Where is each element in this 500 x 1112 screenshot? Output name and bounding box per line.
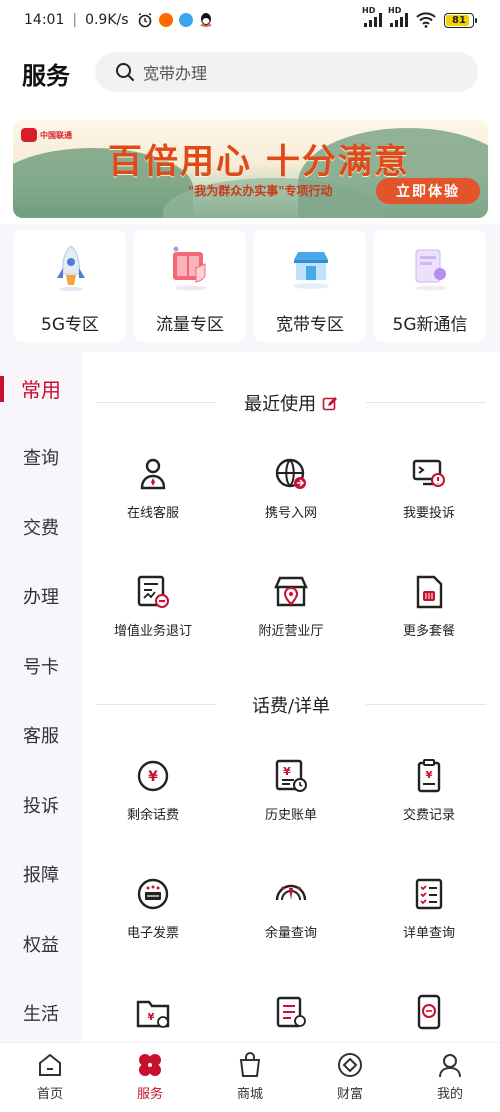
data-card-icon (173, 246, 207, 291)
tab-service[interactable]: 服务 (100, 1051, 200, 1102)
service-online-support[interactable]: 在线客服 (84, 456, 222, 521)
battery-icon: 81 (444, 12, 477, 28)
service-e-invoice[interactable]: 电子发票 (84, 876, 222, 941)
wifi-icon (416, 12, 436, 28)
shopping-bag-icon (239, 1052, 261, 1077)
service-more-plans[interactable]: 更多套餐 (360, 574, 498, 639)
new-message-icon (415, 249, 447, 291)
zone-label: 流量专区 (156, 315, 224, 335)
zone-label: 5G专区 (41, 315, 99, 335)
zone-label: 宽带专区 (276, 315, 344, 335)
section-title-billing: 话费/详单 (82, 692, 500, 718)
payment-record-icon: ¥ (417, 759, 441, 793)
unicom-knot-icon (21, 128, 37, 142)
header: 服务 宽带办理 (0, 44, 500, 104)
sidebar-item-handle[interactable]: 办理 (0, 583, 82, 609)
sidebar-item-common[interactable]: 常用 (0, 374, 82, 403)
zone-5g[interactable]: 5G专区 (14, 230, 126, 342)
folder-bill-icon: ¥ (136, 1000, 170, 1028)
service-complaint[interactable]: 我要投诉 (360, 456, 498, 521)
service-content: 最近使用 在线客服 携号入网 我要投诉 增值业务退订 附近营业厅 更多套餐 话费… (82, 352, 500, 1042)
e-invoice-icon (137, 878, 169, 910)
zone-5g-messaging[interactable]: 5G新通信 (374, 230, 486, 342)
service-remaining-balance[interactable]: ¥ 剩余话费 (84, 758, 222, 823)
tab-wealth[interactable]: 财富 (300, 1051, 400, 1102)
promo-banner[interactable]: 中国联通 百倍用心 十分满意 "我为群众办实事"专项行动 立即体验 (13, 120, 488, 218)
banner-cta-button[interactable]: 立即体验 (376, 178, 480, 204)
app-notification-icon (178, 13, 193, 27)
service-payment-records[interactable]: ¥ 交费记录 (360, 758, 498, 823)
complaint-icon (412, 459, 445, 487)
service-partial-1[interactable]: ¥ (84, 994, 222, 1030)
mi-app-icon (158, 13, 173, 27)
number-transfer-icon (275, 458, 306, 489)
network-speed: 0.9K/s (85, 12, 129, 28)
balance-icon: ¥ (137, 760, 169, 792)
edit-icon[interactable] (322, 396, 338, 412)
sidebar-item-life[interactable]: 生活 (0, 1000, 82, 1026)
service-nearby-store[interactable]: 附近营业厅 (222, 574, 360, 639)
bottom-nav: 首页 服务 商城 财富 我的 (0, 1042, 500, 1112)
service-number-transfer[interactable]: 携号入网 (222, 456, 360, 521)
svg-text:¥: ¥ (148, 1012, 155, 1023)
sim-card-icon (416, 575, 443, 609)
sidebar-item-fault-report[interactable]: 报障 (0, 861, 82, 887)
zone-label: 5G新通信 (392, 315, 468, 335)
wealth-icon (338, 1053, 362, 1077)
banner-headline: 百倍用心 十分满意 (108, 142, 410, 182)
sidebar-item-complaint[interactable]: 投诉 (0, 792, 82, 818)
brand-logo: 中国联通 (21, 128, 72, 142)
svg-text:¥: ¥ (426, 770, 433, 781)
sidebar-item-payment[interactable]: 交费 (0, 514, 82, 540)
signal-icon-2: HD (388, 6, 408, 27)
zone-broadband[interactable]: 宽带专区 (254, 230, 366, 342)
tab-mall[interactable]: 商城 (200, 1051, 300, 1102)
document-list-icon (276, 996, 306, 1028)
bill-history-icon: ¥ (275, 759, 307, 792)
service-partial-2[interactable] (222, 994, 360, 1030)
page-title: 服务 (22, 61, 70, 90)
banner-subtitle: "我为群众办实事"专项行动 (188, 184, 333, 198)
service-partial-3[interactable] (360, 994, 498, 1030)
broadband-store-icon (293, 252, 329, 289)
search-icon (116, 63, 134, 81)
service-bill-history[interactable]: ¥ 历史账单 (222, 758, 360, 823)
home-icon (39, 1053, 61, 1076)
tab-home[interactable]: 首页 (0, 1051, 100, 1102)
sidebar-item-number-card[interactable]: 号卡 (0, 653, 82, 679)
quick-zones: 5G专区 流量专区 宽带专区 5G新通信 (0, 224, 500, 352)
search-placeholder: 宽带办理 (143, 64, 208, 83)
alarm-icon (138, 12, 151, 28)
service-usage-query[interactable]: 余量查询 (222, 876, 360, 941)
svg-text:¥: ¥ (148, 769, 158, 785)
sidebar-item-customer-service[interactable]: 客服 (0, 722, 82, 748)
sidebar-item-query[interactable]: 查询 (0, 444, 82, 470)
phone-refund-icon (417, 994, 441, 1030)
search-input[interactable]: 宽带办理 (95, 52, 478, 92)
unsubscribe-icon (137, 575, 169, 608)
profile-icon (439, 1054, 461, 1078)
rocket-icon (57, 245, 85, 291)
status-bar: 14:01 | 0.9K/s HD HD 81 (0, 0, 500, 44)
zone-data[interactable]: 流量专区 (134, 230, 246, 342)
section-title-recent: 最近使用 (82, 390, 500, 416)
svg-text:¥: ¥ (283, 765, 291, 778)
sidebar-item-benefits[interactable]: 权益 (0, 931, 82, 957)
category-sidebar: 常用 查询 交费 办理 号卡 客服 投诉 报障 权益 生活 (0, 352, 82, 1042)
clock: 14:01 (24, 12, 65, 28)
service-unsubscribe[interactable]: 增值业务退订 (84, 574, 222, 639)
nearby-store-icon (274, 576, 308, 607)
customer-service-icon (140, 458, 166, 490)
service-icon (139, 1054, 161, 1076)
tab-mine[interactable]: 我的 (400, 1051, 500, 1102)
usage-gauge-icon (275, 884, 307, 901)
signal-icon: HD (362, 6, 382, 27)
detail-list-icon (415, 878, 443, 910)
service-detail-query[interactable]: 详单查询 (360, 876, 498, 941)
qq-icon (200, 13, 211, 28)
